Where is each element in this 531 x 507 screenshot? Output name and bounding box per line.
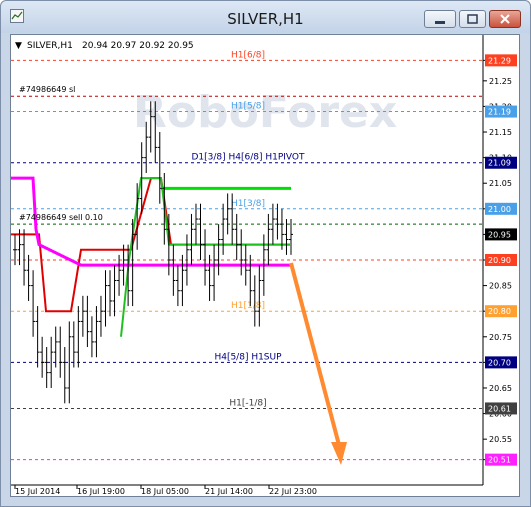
close-icon xyxy=(500,14,510,24)
level-label: H1[5/8] xyxy=(231,102,265,112)
order-label: #74986649 sl xyxy=(19,85,75,94)
level-label: D1[3/8] H4[6/8] H1PIVOT xyxy=(191,153,305,163)
order-label: #74986649 sell 0.10 xyxy=(19,213,103,222)
title-bar[interactable]: SILVER,H1 xyxy=(1,1,530,33)
price-chart[interactable]: ▼ SILVER,H1 20.94 20.97 20.92 20.95 Robo… xyxy=(11,35,519,496)
close-button[interactable] xyxy=(489,10,521,28)
price-tag-label: 20.80 xyxy=(488,307,511,316)
price-axis-label: 21.25 xyxy=(489,77,512,86)
price-axis-label: 21.05 xyxy=(489,179,512,188)
level-label: H1[3/8] xyxy=(231,199,265,209)
level-label: H4[5/8] H1SUP xyxy=(214,352,282,362)
time-axis-label: 18 Jul 05:00 xyxy=(141,487,189,496)
maximize-button[interactable] xyxy=(459,10,486,28)
time-axis-label: 22 Jul 23:00 xyxy=(269,487,317,496)
price-tag-label: 21.19 xyxy=(488,108,511,117)
price-axis-label: 20.65 xyxy=(489,384,512,393)
level-label: H1[-1/8] xyxy=(229,398,266,408)
price-tag-label: 20.70 xyxy=(488,358,511,367)
minimize-button[interactable] xyxy=(424,10,456,28)
level-label: H1[6/8] xyxy=(231,50,265,60)
minimize-icon xyxy=(435,21,445,24)
price-tag-label: 20.95 xyxy=(488,230,511,239)
price-tag-label: 21.29 xyxy=(488,56,511,65)
price-axis-label: 21.15 xyxy=(489,128,512,137)
chart-window: SILVER,H1 ▼ SILVER,H1 20.94 20.97 20.92 … xyxy=(0,0,531,507)
price-axis-label: 20.85 xyxy=(489,282,512,291)
price-tag-label: 20.61 xyxy=(488,404,511,413)
time-axis-label: 15 Jul 2014 xyxy=(15,487,60,496)
time-axis-label: 21 Jul 14:00 xyxy=(205,487,253,496)
watermark: RoboForex xyxy=(133,87,397,138)
price-axis-label: 20.75 xyxy=(489,333,512,342)
price-tag-label: 20.90 xyxy=(488,256,511,265)
restore-icon xyxy=(467,14,478,24)
price-tag-label: 21.09 xyxy=(488,159,511,168)
symbol-triangle-icon: ▼ xyxy=(15,41,22,51)
header-ohlc: 20.94 20.97 20.92 20.95 xyxy=(82,41,194,51)
time-axis-label: 16 Jul 19:00 xyxy=(77,487,125,496)
header-symbol: SILVER,H1 xyxy=(27,41,73,51)
chart-area[interactable]: ▼ SILVER,H1 20.94 20.97 20.92 20.95 Robo… xyxy=(10,34,520,497)
level-label: H1[1/8] xyxy=(231,301,265,311)
price-tag-label: 20.51 xyxy=(488,456,511,465)
price-tag-label: 21.00 xyxy=(488,205,511,214)
price-axis-label: 20.55 xyxy=(489,435,512,444)
